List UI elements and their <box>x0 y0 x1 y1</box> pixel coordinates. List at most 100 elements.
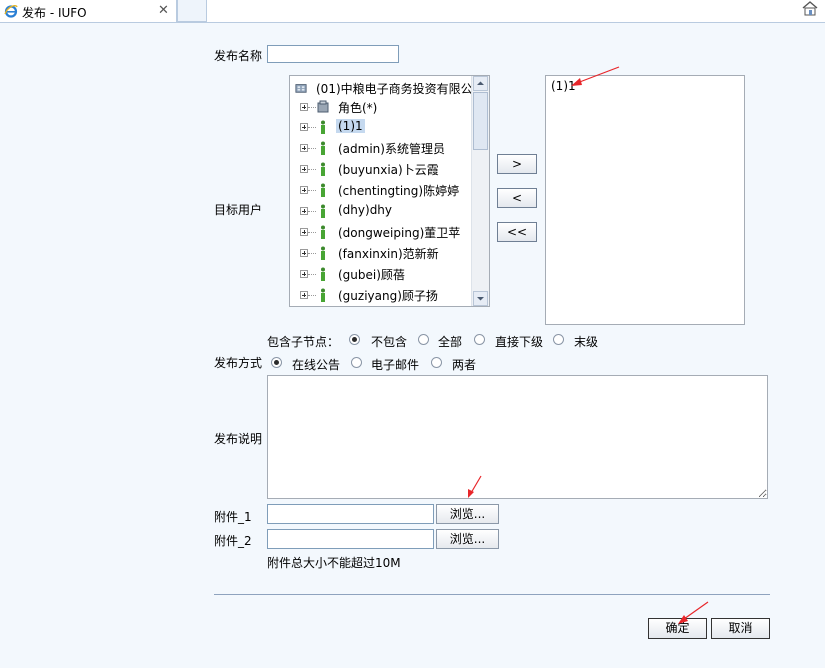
browse-button-1[interactable]: 浏览... <box>436 504 499 524</box>
expand-icon[interactable] <box>300 103 308 111</box>
tree-item-user[interactable]: (chentingting)陈婷婷 <box>290 180 472 200</box>
tree-root-label: (01)中粮电子商务投资有限公司 <box>316 82 485 96</box>
tree-item-label: (admin)系统管理员 <box>338 142 445 156</box>
size-note: 附件总大小不能超过10M <box>267 556 401 570</box>
tree-item-label: (gubei)顾蓓 <box>338 268 405 282</box>
attachment2-input[interactable] <box>267 529 434 549</box>
tree-line <box>308 127 316 129</box>
role-icon <box>317 100 329 113</box>
description-label: 发布说明 <box>214 432 263 446</box>
remove-all-button[interactable]: << <box>497 222 537 242</box>
expand-icon[interactable] <box>300 207 308 215</box>
tree-item-label: (fanxinxin)范新新 <box>338 247 439 261</box>
home-icon[interactable] <box>801 0 819 16</box>
scroll-up-button[interactable] <box>473 76 488 91</box>
user-icon <box>321 183 325 197</box>
tree-item-user[interactable]: (buyunxia)卜云霞 <box>290 159 472 179</box>
expand-icon[interactable] <box>300 144 308 152</box>
user-icon <box>321 204 325 218</box>
annotation-arrow-icon <box>468 475 482 498</box>
user-icon <box>321 288 325 302</box>
new-tab-button[interactable] <box>177 0 207 22</box>
method-both-label: 两者 <box>452 358 477 372</box>
method-email-label: 电子邮件 <box>371 358 420 372</box>
footer-separator <box>214 594 770 595</box>
user-tree[interactable]: (01)中粮电子商务投资有限公司 角色(*) (1)1 (admin)系统管理员… <box>289 75 490 307</box>
method-both-radio[interactable] <box>431 357 442 368</box>
include-none-label: 不包含 <box>371 335 408 349</box>
publish-name-input[interactable] <box>267 45 399 63</box>
include-direct-radio[interactable] <box>474 334 485 345</box>
user-icon <box>321 141 325 155</box>
include-direct-label: 直接下级 <box>495 335 544 349</box>
tree-item-user[interactable]: (gubei)顾蓓 <box>290 264 472 284</box>
tree-line <box>308 169 316 171</box>
ie-icon <box>4 5 18 18</box>
tree-item-user[interactable]: (dhy)dhy <box>290 201 472 221</box>
tree-item-user[interactable]: (dongweiping)董卫苹 <box>290 222 472 242</box>
publish-method-label: 发布方式 <box>214 356 263 370</box>
tree-line <box>308 211 316 213</box>
user-icon <box>321 225 325 239</box>
tree-scrollbar[interactable] <box>471 76 489 306</box>
attachment1-input[interactable] <box>267 504 434 524</box>
include-children-label: 包含子节点： <box>267 335 340 349</box>
tree-line <box>308 190 316 192</box>
scroll-down-button[interactable] <box>473 291 488 306</box>
remove-user-button[interactable]: < <box>497 188 537 208</box>
tree-item-roles[interactable]: 角色(*) <box>290 97 472 117</box>
method-online-radio[interactable] <box>271 357 282 368</box>
tree-line <box>308 274 316 276</box>
close-tab-icon[interactable]: ✕ <box>158 3 169 18</box>
browse-button-2[interactable]: 浏览... <box>436 529 499 549</box>
expand-icon[interactable] <box>300 249 308 257</box>
attachment1-label: 附件_1 <box>214 510 252 524</box>
user-icon <box>321 120 325 134</box>
description-textarea[interactable] <box>267 375 768 499</box>
include-leaf-radio[interactable] <box>553 334 564 345</box>
tree-root[interactable]: (01)中粮电子商务投资有限公司 <box>290 78 485 98</box>
add-user-button[interactable]: > <box>497 154 537 174</box>
expand-icon[interactable] <box>300 291 308 299</box>
tree-item-user[interactable]: (guziyang)顾子扬 <box>290 285 472 305</box>
tree-item-label: 角色(*) <box>338 101 378 115</box>
tree-item-user[interactable]: (1)1 <box>290 117 472 137</box>
tree-item-label: (buyunxia)卜云霞 <box>338 163 439 177</box>
include-all-label: 全部 <box>438 335 463 349</box>
include-all-radio[interactable] <box>418 334 429 345</box>
expand-icon[interactable] <box>300 228 308 236</box>
tree-item-label: (chentingting)陈婷婷 <box>338 184 460 198</box>
include-leaf-label: 末级 <box>574 335 599 349</box>
tree-line <box>308 232 316 234</box>
publish-name-label: 发布名称 <box>214 49 263 63</box>
arrow-up-icon <box>477 81 484 85</box>
target-users-label: 目标用户 <box>214 203 263 217</box>
include-none-radio[interactable] <box>349 334 360 345</box>
tree-item-label: (1)1 <box>336 119 365 133</box>
method-online-label: 在线公告 <box>292 358 341 372</box>
expand-icon[interactable] <box>300 186 308 194</box>
tree-item-label: (dhy)dhy <box>338 203 393 217</box>
cancel-button[interactable]: 取消 <box>711 618 770 639</box>
annotation-arrow-icon <box>678 601 709 624</box>
tree-line <box>308 295 316 297</box>
expand-icon[interactable] <box>300 165 308 173</box>
user-icon <box>321 246 325 260</box>
tree-item-user[interactable]: (fanxinxin)范新新 <box>290 243 472 263</box>
tree-item-user[interactable]: (admin)系统管理员 <box>290 138 472 158</box>
attachment2-label: 附件_2 <box>214 534 252 548</box>
user-icon <box>321 267 325 281</box>
selected-users-list[interactable]: (1)1 <box>545 75 745 325</box>
tree-line <box>308 253 316 255</box>
expand-icon[interactable] <box>300 123 308 131</box>
expand-icon[interactable] <box>300 270 308 278</box>
tab-title: 发布 - IUFO <box>22 6 87 20</box>
tree-item-label: (dongweiping)董卫苹 <box>338 226 461 240</box>
tree-item-label: (guziyang)顾子扬 <box>338 289 438 303</box>
method-email-radio[interactable] <box>351 357 362 368</box>
scroll-thumb[interactable] <box>473 92 488 150</box>
tree-line <box>308 107 316 109</box>
tab-publish[interactable]: 发布 - IUFO ✕ <box>0 0 177 22</box>
user-icon <box>321 162 325 176</box>
tree-line <box>308 148 316 150</box>
